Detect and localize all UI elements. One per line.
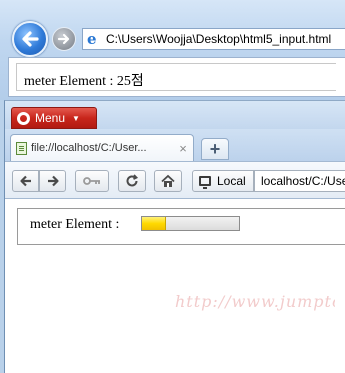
forward-button[interactable]	[52, 27, 76, 51]
address-field[interactable]: localhost/C:/Use	[254, 170, 345, 192]
tab-title: file://localhost/C:/User...	[31, 142, 147, 154]
back-button[interactable]	[12, 170, 39, 192]
monitor-icon	[199, 176, 211, 189]
opera-tabbar: file://localhost/C:/User... × +	[5, 129, 345, 161]
ie-url-text: C:\Users\Woojja\Desktop\html5_input.html	[106, 32, 332, 46]
forward-arrow-icon	[47, 175, 59, 187]
opera-menu-label: Menu	[35, 111, 66, 125]
forward-arrow-icon	[57, 33, 70, 45]
opera-toolbar: Local localhost/C:/Use	[5, 161, 345, 199]
meter-element	[141, 216, 240, 231]
ie-page-content: meter Element : 25점	[8, 57, 345, 97]
key-icon	[83, 177, 100, 185]
opera-page-content: meter Element : http://www.jumptovb.net	[5, 199, 345, 373]
watermark: http://www.jumptovb.net	[175, 291, 345, 318]
home-icon	[161, 174, 175, 187]
ie-meter-label: meter Element : 25점	[24, 74, 144, 89]
reload-button[interactable]	[118, 170, 146, 192]
back-arrow-icon	[22, 31, 39, 47]
forward-button[interactable]	[39, 170, 66, 192]
back-arrow-icon	[19, 175, 31, 187]
opera-titlebar: Menu ▼	[5, 101, 345, 129]
document-icon	[16, 141, 27, 155]
back-button[interactable]	[12, 21, 48, 57]
opera-logo-icon	[17, 111, 30, 125]
meter-fill	[142, 217, 167, 230]
ie-logo-icon: e	[87, 29, 97, 48]
ie-window: e C:\Users\Woojja\Desktop\html5_input.ht…	[0, 0, 345, 100]
meter-label: meter Element :	[30, 217, 120, 232]
home-button[interactable]	[154, 170, 182, 192]
ie-address-bar[interactable]: e C:\Users\Woojja\Desktop\html5_input.ht…	[82, 28, 345, 50]
opera-window: Menu ▼ file://localhost/C:/User... × + L…	[4, 100, 345, 373]
security-badge[interactable]: Local	[192, 170, 254, 192]
ie-content-frame: meter Element : 25점	[16, 63, 336, 91]
tab-close-icon[interactable]: ×	[176, 141, 190, 156]
content-frame: meter Element :	[17, 208, 345, 245]
tab-current[interactable]: file://localhost/C:/User... ×	[10, 134, 194, 161]
reload-icon	[126, 174, 139, 187]
opera-menu-button[interactable]: Menu ▼	[11, 107, 97, 129]
chevron-down-icon: ▼	[72, 113, 80, 123]
svg-text:http://www.jumptovb.net: http://www.jumptovb.net	[175, 292, 335, 311]
security-label: Local	[217, 174, 246, 188]
watermark-logo: http://www.jumptovb.net	[175, 292, 345, 311]
wand-key-button[interactable]	[75, 170, 109, 192]
new-tab-button[interactable]: +	[201, 138, 229, 160]
